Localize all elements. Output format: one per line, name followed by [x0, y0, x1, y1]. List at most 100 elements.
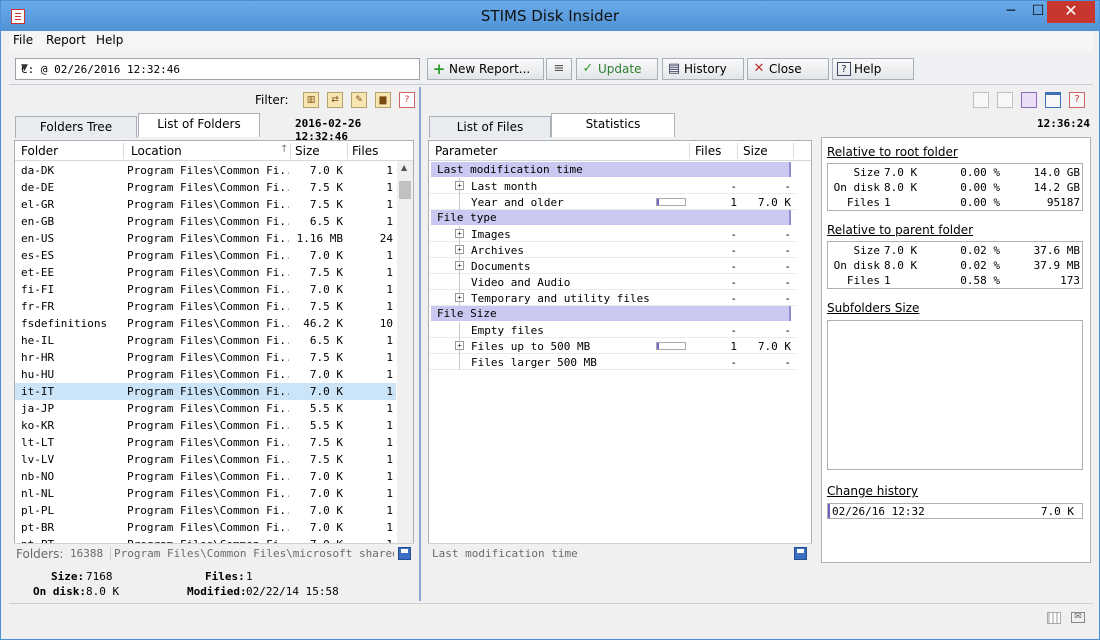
- table-row[interactable]: es-ES Program Files\Common Fi... 7.0 K 1: [15, 247, 396, 264]
- column-size[interactable]: Size: [743, 144, 768, 158]
- tab-list-of-files[interactable]: List of Files: [429, 116, 551, 138]
- column-folder[interactable]: Folder: [21, 144, 58, 158]
- table-row[interactable]: et-EE Program Files\Common Fi... 7.5 K 1: [15, 264, 396, 281]
- metric-value: 1: [884, 196, 891, 209]
- expand-icon[interactable]: +: [455, 293, 464, 302]
- expand-icon[interactable]: +: [455, 229, 464, 238]
- window-icon[interactable]: [1045, 92, 1061, 108]
- help-button[interactable]: ? Help: [832, 58, 914, 80]
- filter-tools-icon[interactable]: ✎: [351, 92, 367, 108]
- list-icon[interactable]: [997, 92, 1013, 108]
- list-item[interactable]: Empty files - -: [429, 322, 797, 338]
- expand-icon[interactable]: +: [455, 181, 464, 190]
- folder-files: 1: [386, 419, 393, 432]
- list-item[interactable]: + Last month - -: [429, 178, 797, 194]
- expand-icon[interactable]: +: [455, 261, 464, 270]
- column-files[interactable]: Files: [695, 144, 721, 158]
- menu-file[interactable]: File: [13, 33, 33, 47]
- change-history-link[interactable]: Change history: [827, 484, 918, 498]
- table-row[interactable]: en-GB Program Files\Common Fi... 6.5 K 1: [15, 213, 396, 230]
- parent-folder-link[interactable]: Relative to parent folder: [827, 223, 973, 237]
- folder-name: pl-PL: [21, 504, 55, 517]
- chart-icon[interactable]: [973, 92, 989, 108]
- table-row[interactable]: pt-BR Program Files\Common Fi... 7.0 K 1: [15, 519, 396, 536]
- list-item[interactable]: + Documents - -: [429, 258, 797, 274]
- folder-location: Program Files\Common Fi...: [127, 419, 289, 432]
- folder-location: Program Files\Common Fi...: [127, 402, 289, 415]
- new-report-button[interactable]: + New Report...: [427, 58, 544, 80]
- menu-help[interactable]: Help: [96, 33, 123, 47]
- filter-sort-icon[interactable]: ▥: [303, 92, 319, 108]
- table-row[interactable]: fi-FI Program Files\Common Fi... 7.0 K 1: [15, 281, 396, 298]
- table-row[interactable]: nl-NL Program Files\Common Fi... 7.0 K 1: [15, 485, 396, 502]
- table-row[interactable]: da-DK Program Files\Common Fi... 7.0 K 1: [15, 162, 396, 179]
- new-report-label: New Report...: [449, 62, 531, 76]
- table-row[interactable]: hr-HR Program Files\Common Fi... 7.5 K 1: [15, 349, 396, 366]
- drive-select[interactable]: C: @ 02/26/2016 12:32:46 ▼: [15, 58, 420, 80]
- minimize-button[interactable]: ─: [997, 1, 1025, 23]
- list-item[interactable]: Files larger 500 MB - -: [429, 354, 797, 370]
- list-item[interactable]: + Files up to 500 MB 1 7.0 K: [429, 338, 797, 354]
- subfolders-size-link[interactable]: Subfolders Size: [827, 301, 919, 315]
- list-item[interactable]: + Archives - -: [429, 242, 797, 258]
- tab-statistics[interactable]: Statistics: [551, 113, 675, 137]
- close-window-button[interactable]: ✕: [1047, 1, 1095, 23]
- report-options-button[interactable]: ≡: [546, 58, 572, 80]
- folder-size: 7.5 K: [309, 436, 343, 449]
- folder-size: 6.5 K: [309, 215, 343, 228]
- table-row[interactable]: ko-KR Program Files\Common Fi... 5.5 K 1: [15, 417, 396, 434]
- list-item[interactable]: Video and Audio - -: [429, 274, 797, 290]
- root-folder-link[interactable]: Relative to root folder: [827, 145, 958, 159]
- folder-location: Program Files\Common Fi...: [127, 504, 289, 517]
- folder-size: 1.16 MB: [296, 232, 343, 245]
- list-item[interactable]: Year and older 1 7.0 K: [429, 194, 797, 210]
- filter-help-icon[interactable]: ?: [399, 92, 415, 108]
- save-icon[interactable]: [794, 547, 807, 560]
- folder-files: 1: [386, 385, 393, 398]
- tab-list-of-folders[interactable]: List of Folders: [138, 113, 260, 137]
- column-location[interactable]: Location: [131, 144, 182, 158]
- metric-percent: 0.00 %: [960, 181, 1000, 194]
- filter-folder-icon[interactable]: ▆: [375, 92, 391, 108]
- column-parameter[interactable]: Parameter: [435, 144, 497, 158]
- list-item[interactable]: + Images - -: [429, 226, 797, 242]
- folder-files: 1: [386, 164, 393, 177]
- scroll-thumb[interactable]: [399, 181, 411, 199]
- expand-icon[interactable]: +: [455, 341, 464, 350]
- help-icon: ?: [837, 62, 851, 76]
- menu-report[interactable]: Report: [46, 33, 86, 47]
- table-row[interactable]: en-US Program Files\Common Fi... 1.16 MB 24: [15, 230, 396, 247]
- expand-icon[interactable]: +: [455, 245, 464, 254]
- filter-swap-icon[interactable]: ⇄: [327, 92, 343, 108]
- table-row[interactable]: it-IT Program Files\Common Fi... 7.0 K 1: [15, 383, 396, 400]
- tab-folders-tree[interactable]: Folders Tree: [15, 116, 137, 138]
- history-button[interactable]: ▤ History: [662, 58, 744, 80]
- mail-icon[interactable]: ✉: [1071, 612, 1085, 623]
- column-size[interactable]: Size: [295, 144, 320, 158]
- table-row[interactable]: he-IL Program Files\Common Fi... 6.5 K 1: [15, 332, 396, 349]
- column-files[interactable]: Files: [352, 144, 378, 158]
- table-row[interactable]: nb-NO Program Files\Common Fi... 7.0 K 1: [15, 468, 396, 485]
- folders-scrollbar[interactable]: ▲ ▼: [397, 161, 413, 561]
- table-row[interactable]: de-DE Program Files\Common Fi... 7.5 K 1: [15, 179, 396, 196]
- table-row[interactable]: el-GR Program Files\Common Fi... 7.5 K 1: [15, 196, 396, 213]
- folder-name: fi-FI: [21, 283, 55, 296]
- folder-location: Program Files\Common Fi...: [127, 249, 289, 262]
- table-row[interactable]: fr-FR Program Files\Common Fi... 7.5 K 1: [15, 298, 396, 315]
- help-icon[interactable]: ?: [1069, 92, 1085, 108]
- grid-icon[interactable]: [1047, 612, 1061, 624]
- table-row[interactable]: lt-LT Program Files\Common Fi... 7.5 K 1: [15, 434, 396, 451]
- group-header: File Size: [431, 306, 791, 321]
- update-button[interactable]: ✓ Update: [576, 58, 658, 80]
- statistics-status: Last modification time: [428, 543, 812, 562]
- table-row[interactable]: hu-HU Program Files\Common Fi... 7.0 K 1: [15, 366, 396, 383]
- table-row[interactable]: fsdefinitions Program Files\Common Fi... 4…: [15, 315, 396, 332]
- list-item[interactable]: + Temporary and utility files - -: [429, 290, 797, 306]
- scroll-up-icon[interactable]: ▲: [401, 163, 407, 172]
- table-row[interactable]: lv-LV Program Files\Common Fi... 7.5 K 1: [15, 451, 396, 468]
- table-row[interactable]: ja-JP Program Files\Common Fi... 5.5 K 1: [15, 400, 396, 417]
- close-button[interactable]: ✕ Close: [747, 58, 829, 80]
- bar-chart-icon[interactable]: [1021, 92, 1037, 108]
- save-icon[interactable]: [398, 547, 411, 560]
- table-row[interactable]: pl-PL Program Files\Common Fi... 7.0 K 1: [15, 502, 396, 519]
